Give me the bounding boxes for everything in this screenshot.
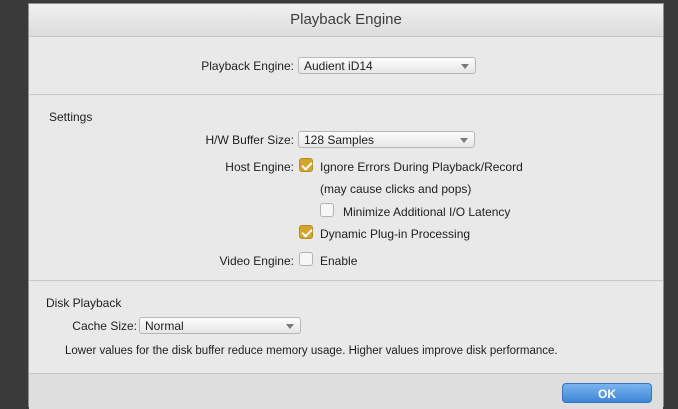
playback-engine-dialog: Playback Engine Playback Engine: Audient… <box>28 3 664 409</box>
host-engine-label: Host Engine: <box>225 160 294 174</box>
minimize-latency-checkbox[interactable] <box>320 203 334 217</box>
video-enable-checkbox[interactable] <box>299 252 313 266</box>
dynamic-plugin-checkbox[interactable] <box>299 225 313 239</box>
playback-engine-label: Playback Engine: <box>201 59 294 73</box>
playback-engine-dropdown[interactable]: Audient iD14 <box>298 57 476 74</box>
dynamic-plugin-label: Dynamic Plug-in Processing <box>320 227 471 241</box>
ignore-errors-note: (may cause clicks and pops) <box>320 182 472 196</box>
buffer-size-dropdown[interactable]: 128 Samples <box>298 131 475 148</box>
video-engine-label: Video Engine: <box>219 254 294 268</box>
section-divider <box>29 280 663 281</box>
cache-size-dropdown[interactable]: Normal <box>139 317 301 334</box>
cache-size-value: Normal <box>145 319 184 333</box>
playback-engine-value: Audient iD14 <box>304 59 373 73</box>
buffer-size-label: H/W Buffer Size: <box>205 133 294 147</box>
settings-section-title: Settings <box>49 110 93 124</box>
ok-button[interactable]: OK <box>562 383 652 403</box>
ignore-errors-checkbox[interactable] <box>299 158 313 172</box>
minimize-latency-label: Minimize Additional I/O Latency <box>343 205 511 219</box>
chevron-down-icon <box>286 324 294 329</box>
video-enable-label: Enable <box>320 254 358 268</box>
buffer-size-value: 128 Samples <box>304 133 375 147</box>
section-divider <box>29 94 663 95</box>
disk-buffer-description: Lower values for the disk buffer reduce … <box>65 345 558 357</box>
chevron-down-icon <box>460 138 468 143</box>
dialog-title: Playback Engine <box>29 4 663 37</box>
chevron-down-icon <box>461 64 469 69</box>
disk-playback-section-title: Disk Playback <box>46 296 122 310</box>
ignore-errors-label: Ignore Errors During Playback/Record <box>320 160 523 174</box>
dialog-footer: OK <box>29 373 663 409</box>
cache-size-label: Cache Size: <box>72 319 137 333</box>
